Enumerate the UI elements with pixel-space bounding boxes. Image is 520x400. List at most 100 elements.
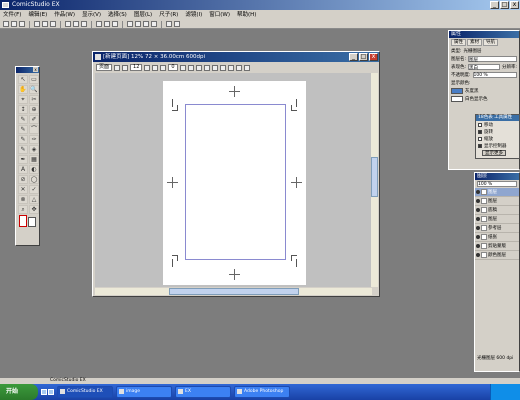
menu-view[interactable]: 显示(V) xyxy=(82,10,101,20)
menu-work[interactable]: 作品(W) xyxy=(54,10,75,20)
hand-icon[interactable] xyxy=(114,64,121,71)
display-color-swatch[interactable] xyxy=(451,88,463,94)
color-mode-dropdown[interactable]: 黑白 xyxy=(468,64,500,71)
layer-row[interactable]: 图层 xyxy=(475,215,519,224)
opacity-field[interactable]: 100 % xyxy=(472,72,517,78)
polygon-tool-icon[interactable]: △ xyxy=(29,195,39,204)
mask-icon[interactable] xyxy=(227,64,234,71)
fill-tool-icon[interactable]: ▦ xyxy=(29,155,39,164)
taskbar-button-comicstudio[interactable]: ComicStudio EX xyxy=(57,386,113,398)
option-show-controller[interactable]: 显示控制器 xyxy=(476,142,519,149)
layer-name-field[interactable]: 图层 xyxy=(468,56,517,63)
document-minimize-button[interactable]: _ xyxy=(349,53,358,61)
menu-filter[interactable]: 滤镜(I) xyxy=(185,10,202,20)
cut-icon[interactable] xyxy=(65,21,71,27)
preview-icon[interactable] xyxy=(219,64,226,71)
document-maximize-button[interactable]: □ xyxy=(359,53,368,61)
save-icon[interactable] xyxy=(19,21,25,27)
option-move[interactable]: 移动 xyxy=(476,121,519,128)
grid-toggle-icon[interactable] xyxy=(187,64,194,71)
rotate-left-icon[interactable] xyxy=(152,64,159,71)
layer-row[interactable]: 图层 xyxy=(475,188,519,197)
zoom-in-icon[interactable] xyxy=(96,21,102,27)
select-tool-icon[interactable]: ↖ xyxy=(18,75,28,84)
ink-tool-icon[interactable]: ✑ xyxy=(29,135,39,144)
brush-tool-icon[interactable]: ✎ xyxy=(18,135,28,144)
palette-icon[interactable] xyxy=(151,21,157,27)
option-scale[interactable]: 缩放 xyxy=(476,135,519,142)
white-color-swatch[interactable] xyxy=(451,96,463,102)
tab-navigator[interactable]: 导航 xyxy=(483,39,498,46)
lasso-tool-icon[interactable]: ⌖ xyxy=(18,95,28,104)
airbrush-tool-icon[interactable]: ✎ xyxy=(18,145,28,154)
curve-tool-icon[interactable]: ⌒ xyxy=(29,125,39,134)
move-tool-icon[interactable]: ↕ xyxy=(18,105,28,114)
new-file-icon[interactable] xyxy=(3,21,9,27)
balloon-tool-icon[interactable]: ⊘ xyxy=(18,175,28,184)
menu-edit[interactable]: 编辑(E) xyxy=(28,10,47,20)
eye-icon[interactable] xyxy=(476,190,480,194)
check-tool-icon[interactable]: ✓ xyxy=(29,185,39,194)
rotate-tool-icon[interactable]: ✥ xyxy=(29,205,39,214)
layer-view-icon[interactable] xyxy=(235,64,242,71)
eye-icon[interactable] xyxy=(476,217,480,221)
horizontal-scrollbar[interactable] xyxy=(95,288,372,295)
main-color-swatch[interactable] xyxy=(19,215,27,227)
browser-icon[interactable] xyxy=(48,389,54,395)
hand-tool-icon[interactable]: ✋ xyxy=(18,85,28,94)
layer-row[interactable]: 底稿 xyxy=(475,206,519,215)
gradient-tool-icon[interactable]: ◐ xyxy=(29,165,39,174)
start-button[interactable]: 开始 xyxy=(0,384,38,400)
menu-help[interactable]: 帮助(H) xyxy=(237,10,256,20)
horizontal-scroll-thumb[interactable] xyxy=(169,288,299,295)
line-tool-icon[interactable]: ✕ xyxy=(18,185,28,194)
menu-select[interactable]: 选择(S) xyxy=(108,10,127,20)
menu-layer[interactable]: 图层(L) xyxy=(134,10,152,20)
zoom-icon[interactable] xyxy=(122,64,129,71)
marquee-tool-icon[interactable]: ▭ xyxy=(29,75,39,84)
print-icon[interactable] xyxy=(34,21,40,27)
undo-icon[interactable] xyxy=(42,21,48,27)
rotate-right-icon[interactable] xyxy=(160,64,167,71)
eraser-tool-icon[interactable]: ✒ xyxy=(18,155,28,164)
text-tool-icon[interactable]: A xyxy=(18,165,28,174)
menu-file[interactable]: 文件(F) xyxy=(3,10,21,20)
sub-color-swatch[interactable] xyxy=(28,217,36,227)
eye-icon[interactable] xyxy=(476,208,480,212)
taskbar-button-ex[interactable]: EX xyxy=(175,386,231,398)
vertical-scroll-thumb[interactable] xyxy=(371,157,378,197)
paste-icon[interactable] xyxy=(81,21,87,27)
marker-tool-icon[interactable]: ✎ xyxy=(18,125,28,134)
maximize-button[interactable]: □ xyxy=(500,1,509,9)
layer-row[interactable]: 纸张 xyxy=(475,233,519,242)
stamp-tool-icon[interactable]: ⊗ xyxy=(18,195,28,204)
tone-tool-icon[interactable]: ◈ xyxy=(29,145,39,154)
eye-icon[interactable] xyxy=(476,253,480,257)
canvas-area[interactable] xyxy=(95,73,372,287)
tab-properties[interactable]: 属性 xyxy=(451,39,466,46)
fit-page-icon[interactable] xyxy=(112,21,118,27)
snap-icon[interactable] xyxy=(211,64,218,71)
navigator-icon[interactable] xyxy=(166,21,172,27)
angle-dropdown[interactable]: 0 xyxy=(168,64,178,71)
layer-row[interactable]: 剪贴蒙版 xyxy=(475,242,519,251)
grid-icon[interactable] xyxy=(135,21,141,27)
vertical-scrollbar[interactable] xyxy=(371,73,378,287)
pen-tool-icon[interactable]: ✎ xyxy=(18,115,28,124)
copy-icon[interactable] xyxy=(73,21,79,27)
tab-materials[interactable]: 素材 xyxy=(467,39,482,46)
desktop-icon[interactable] xyxy=(41,389,47,395)
zoom-dropdown[interactable]: 12 xyxy=(130,64,143,71)
tool-palette-close-button[interactable]: x xyxy=(33,67,38,72)
layer-row[interactable]: 图层 xyxy=(475,197,519,206)
eye-icon[interactable] xyxy=(476,244,480,248)
tone-view-icon[interactable] xyxy=(243,64,250,71)
document-close-button[interactable]: x xyxy=(369,53,378,61)
display-mode-dropdown[interactable]: 页面 xyxy=(96,64,113,71)
redo-icon[interactable] xyxy=(50,21,56,27)
option-rotate[interactable]: 旋转 xyxy=(476,128,519,135)
layer-icon[interactable] xyxy=(127,21,133,27)
menu-ruler[interactable]: 尺子(R) xyxy=(159,10,178,20)
open-file-icon[interactable] xyxy=(11,21,17,27)
taskbar-button-photoshop[interactable]: Adobe Photoshop xyxy=(234,386,290,398)
